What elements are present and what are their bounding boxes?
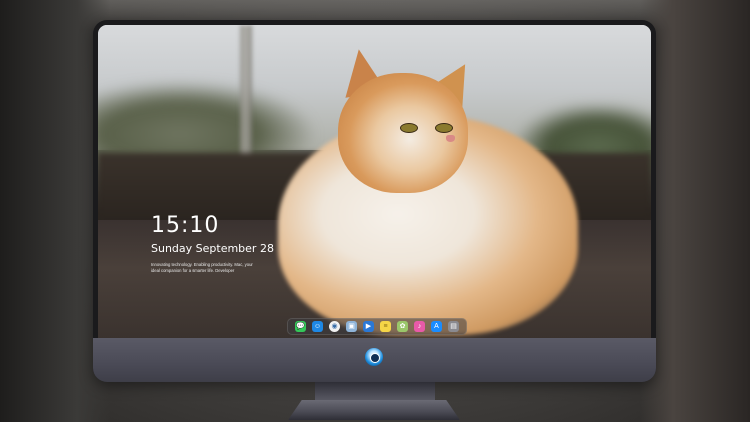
wallpaper-cat-eye-left	[400, 123, 418, 133]
music-icon[interactable]: ♪	[414, 321, 425, 332]
dock: 💬 ☺ ◉ ▣ ▶ ≡ ✿ ♪ A ▤	[287, 318, 467, 335]
lock-screen[interactable]: 15:10 Sunday September 28 Innovating tec…	[98, 25, 651, 338]
lock-clock: 15:10 Sunday September 28 Innovating tec…	[151, 213, 274, 273]
wallpaper-cat-eye-right	[435, 123, 453, 133]
utility-icon[interactable]: ▤	[448, 321, 459, 332]
monitor-stand-neck	[315, 382, 435, 402]
messages-icon[interactable]: 💬	[295, 321, 306, 332]
wallpaper-cat-head	[338, 73, 468, 193]
background-right	[640, 0, 750, 422]
clock-time: 15:10	[151, 213, 220, 238]
monitor-stand-base	[288, 400, 460, 420]
wallpaper-cat-nose	[446, 135, 455, 142]
safari-icon[interactable]: ◉	[329, 321, 340, 332]
preview-icon[interactable]: ▣	[346, 321, 357, 332]
monitor-chin	[93, 338, 656, 382]
clock-date: Sunday September 28	[151, 242, 274, 255]
photos-icon[interactable]: ✿	[397, 321, 408, 332]
imac-monitor: 15:10 Sunday September 28 Innovating tec…	[93, 20, 656, 382]
finder-icon[interactable]: ☺	[312, 321, 323, 332]
brand-logo-center	[370, 353, 380, 363]
notes-icon[interactable]: ≡	[380, 321, 391, 332]
brand-logo-icon	[365, 348, 383, 366]
clock-tagline: Innovating technology. Enabling producti…	[151, 262, 253, 273]
app-store-icon[interactable]: A	[431, 321, 442, 332]
claquette-icon[interactable]: ▶	[363, 321, 374, 332]
